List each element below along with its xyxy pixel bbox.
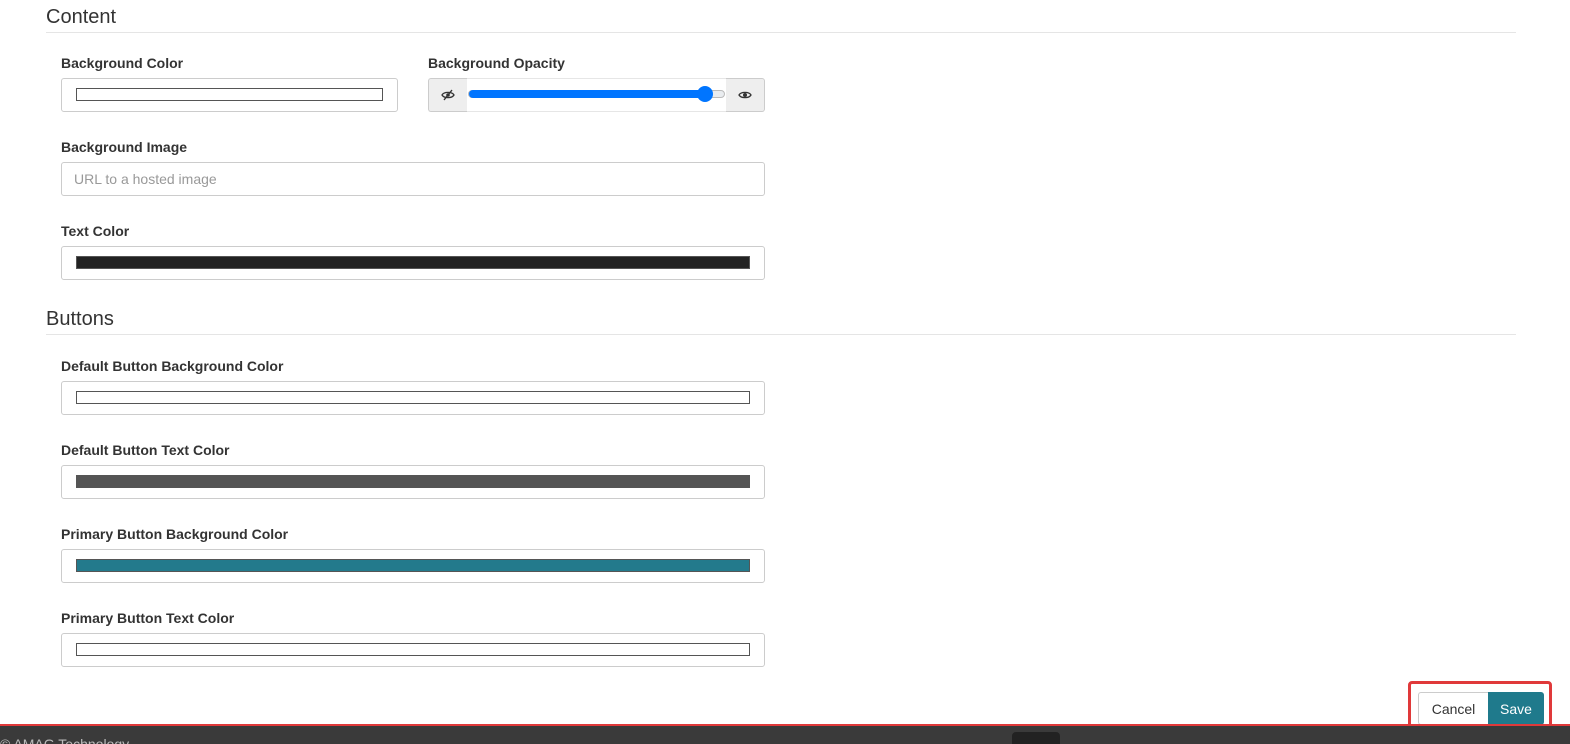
save-button[interactable]: Save — [1488, 692, 1544, 725]
primary-button-bg-picker[interactable] — [61, 549, 765, 583]
footer: © AMAG Technology — [0, 726, 1570, 744]
background-color-picker[interactable] — [61, 78, 398, 112]
primary-button-text-picker[interactable] — [61, 633, 765, 667]
background-opacity-slider[interactable] — [467, 78, 726, 112]
default-button-bg-label: Default Button Background Color — [61, 358, 284, 374]
action-button-group: Cancel Save — [1418, 692, 1544, 725]
opacity-slider-fill — [469, 90, 704, 98]
primary-button-text-label: Primary Button Text Color — [61, 610, 235, 626]
text-color-label: Text Color — [61, 223, 130, 239]
background-image-input[interactable] — [61, 162, 765, 196]
default-button-bg-swatch — [76, 391, 750, 404]
background-color-label: Background Color — [61, 55, 184, 71]
default-button-text-picker[interactable] — [61, 465, 765, 499]
default-button-text-swatch — [76, 475, 750, 488]
footer-tab[interactable] — [1012, 732, 1060, 744]
eye-icon — [726, 78, 765, 112]
background-opacity-label: Background Opacity — [428, 55, 565, 71]
opacity-slider-thumb[interactable] — [697, 86, 714, 102]
text-color-swatch — [76, 256, 750, 269]
theme-settings-page: Content Background Color Background Opac… — [0, 0, 1570, 744]
primary-button-bg-label: Primary Button Background Color — [61, 526, 289, 542]
background-color-swatch — [76, 88, 383, 101]
background-image-label: Background Image — [61, 139, 188, 155]
content-section-divider — [46, 32, 1516, 33]
buttons-section-divider — [46, 334, 1516, 335]
content-section-title: Content — [46, 6, 117, 28]
opacity-slider-track — [468, 90, 725, 98]
buttons-section-title: Buttons — [46, 308, 114, 330]
primary-button-text-swatch — [76, 643, 750, 656]
default-button-text-label: Default Button Text Color — [61, 442, 230, 458]
default-button-bg-picker[interactable] — [61, 381, 765, 415]
footer-copyright: © AMAG Technology — [0, 736, 130, 744]
background-opacity-control — [428, 78, 765, 112]
eye-slash-icon — [428, 78, 467, 112]
primary-button-bg-swatch — [76, 559, 750, 572]
cancel-button[interactable]: Cancel — [1418, 692, 1488, 725]
text-color-picker[interactable] — [61, 246, 765, 280]
